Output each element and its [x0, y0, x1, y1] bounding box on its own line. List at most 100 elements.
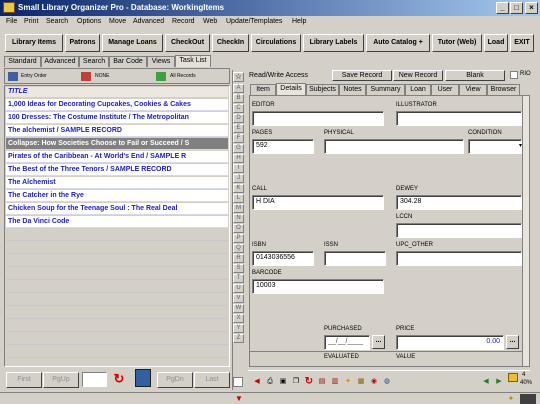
close-button[interactable]: ×: [525, 2, 538, 14]
letter-d[interactable]: D: [233, 114, 244, 123]
tab-loan[interactable]: Loan: [405, 84, 431, 95]
lightbulb-icon[interactable]: ✦: [342, 376, 354, 388]
price-button[interactable]: ...: [506, 335, 519, 349]
letter-j[interactable]: J: [233, 174, 244, 183]
tab-user[interactable]: User: [431, 84, 459, 95]
tab-view[interactable]: View: [459, 84, 487, 95]
letter-n[interactable]: N: [233, 214, 244, 223]
image-icon[interactable]: ▦: [355, 376, 367, 388]
rio-checkbox[interactable]: [510, 71, 518, 79]
maximize-button[interactable]: □: [510, 2, 523, 14]
none-label[interactable]: NONE: [95, 73, 109, 79]
grid-icon[interactable]: [135, 369, 151, 387]
menu-search[interactable]: Search: [46, 18, 68, 25]
physical-field[interactable]: [324, 139, 464, 154]
letter-g[interactable]: G: [233, 144, 244, 153]
books-icon[interactable]: ▥: [329, 376, 341, 388]
editor-field[interactable]: [252, 111, 384, 126]
chevron-down-icon[interactable]: ▾: [519, 142, 523, 149]
checkbox[interactable]: [233, 377, 243, 387]
letter-a[interactable]: A: [233, 84, 244, 93]
list-item[interactable]: 1,000 Ideas for Decorating Cupcakes, Coo…: [6, 99, 228, 111]
tab-standard[interactable]: Standard: [4, 56, 41, 67]
letter-r[interactable]: R: [233, 254, 244, 263]
upc-other-field[interactable]: [396, 251, 522, 266]
tutor-web-button[interactable]: Tutor (Web): [432, 34, 482, 52]
isbn-field[interactable]: 0143036556: [252, 251, 314, 266]
patrons-button[interactable]: Patrons: [65, 34, 100, 52]
pages-field[interactable]: 592: [252, 139, 314, 154]
all-records-label[interactable]: All Records: [170, 73, 196, 79]
menu-web[interactable]: Web: [203, 18, 217, 25]
save-record-button[interactable]: Save Record: [332, 70, 392, 81]
letter-e[interactable]: E: [233, 124, 244, 133]
list-item[interactable]: The Best of the Three Tenors / SAMPLE RE…: [6, 164, 228, 176]
refresh-record-icon[interactable]: ↻: [303, 376, 315, 388]
last-button[interactable]: Last: [194, 372, 230, 388]
pgdn-button[interactable]: PgDn: [157, 372, 193, 388]
menu-options[interactable]: Options: [77, 18, 101, 25]
letter-u[interactable]: U: [233, 284, 244, 293]
letter-i[interactable]: I: [233, 164, 244, 173]
menu-file[interactable]: File: [6, 18, 17, 25]
letter-t[interactable]: T: [233, 274, 244, 283]
none-icon[interactable]: [81, 72, 91, 81]
price-field[interactable]: 0.00: [396, 335, 504, 350]
letter-p[interactable]: P: [233, 234, 244, 243]
library-items-button[interactable]: Library Items: [5, 34, 63, 52]
letter-q[interactable]: Q: [233, 244, 244, 253]
list-item[interactable]: The Alchemist: [6, 177, 228, 189]
letter-v[interactable]: V: [233, 294, 244, 303]
list-item[interactable]: 100 Dresses: The Costume Institute / The…: [6, 112, 228, 124]
tab-summary[interactable]: Summary: [366, 84, 405, 95]
exit-button[interactable]: EXIT: [510, 34, 534, 52]
letter-y[interactable]: Y: [233, 324, 244, 333]
lccn-field[interactable]: [396, 223, 522, 238]
call-field[interactable]: H DIA: [252, 195, 384, 210]
letter-h[interactable]: H: [233, 154, 244, 163]
copy-icon[interactable]: ❐: [290, 376, 302, 388]
tab-bar-code[interactable]: Bar Code: [109, 56, 147, 67]
menu-update-templates[interactable]: Update/Templates: [226, 18, 282, 25]
pgup-button[interactable]: PgUp: [43, 372, 79, 388]
load-button[interactable]: Load: [484, 34, 508, 52]
new-record-button[interactable]: New Record: [393, 70, 443, 81]
letter-x[interactable]: X: [233, 314, 244, 323]
tab-notes[interactable]: Notes: [339, 84, 366, 95]
next-record-icon[interactable]: ▶: [493, 376, 505, 388]
list-item[interactable]: The alchemist / SAMPLE RECORD: [6, 125, 228, 137]
menu-help[interactable]: Help: [292, 18, 306, 25]
star-icon[interactable]: ☆: [233, 72, 244, 82]
tab-item[interactable]: Item: [250, 84, 276, 95]
entry-order-icon[interactable]: [8, 72, 18, 81]
list-item[interactable]: The Da Vinci Code: [6, 216, 228, 228]
list-item[interactable]: Chicken Soup for the Teenage Soul : The …: [6, 203, 228, 215]
tab-advanced[interactable]: Advanced: [41, 56, 79, 67]
checkin-button[interactable]: CheckIn: [212, 34, 249, 52]
goto-input[interactable]: [82, 372, 107, 387]
letter-f[interactable]: F: [233, 134, 244, 143]
issn-field[interactable]: [324, 251, 386, 266]
down-arrow-icon[interactable]: ▼: [234, 394, 244, 404]
refresh-icon[interactable]: ↻: [112, 371, 126, 387]
info-icon[interactable]: [520, 394, 536, 404]
key-icon[interactable]: [508, 373, 518, 382]
all-records-icon[interactable]: [156, 72, 166, 81]
menu-advanced[interactable]: Advanced: [133, 18, 164, 25]
auto-catalog-button[interactable]: Auto Catalog +: [366, 34, 430, 52]
dewey-field[interactable]: 304.28: [396, 195, 522, 210]
camera-icon[interactable]: ◉: [368, 376, 380, 388]
delete-icon[interactable]: ▣: [277, 376, 289, 388]
condition-select[interactable]: [468, 139, 522, 154]
blank-button[interactable]: Blank: [445, 70, 505, 81]
letter-z[interactable]: Z: [233, 334, 244, 343]
letter-l[interactable]: L: [233, 194, 244, 203]
entry-order-label[interactable]: Entry Order: [21, 73, 47, 79]
letter-o[interactable]: O: [233, 224, 244, 233]
book-icon[interactable]: ▤: [316, 376, 328, 388]
menu-print[interactable]: Print: [24, 18, 38, 25]
tab-search[interactable]: Search: [79, 56, 109, 67]
first-button[interactable]: First: [6, 372, 42, 388]
list-header-title[interactable]: TITLE: [6, 87, 228, 97]
letter-c[interactable]: C: [233, 104, 244, 113]
